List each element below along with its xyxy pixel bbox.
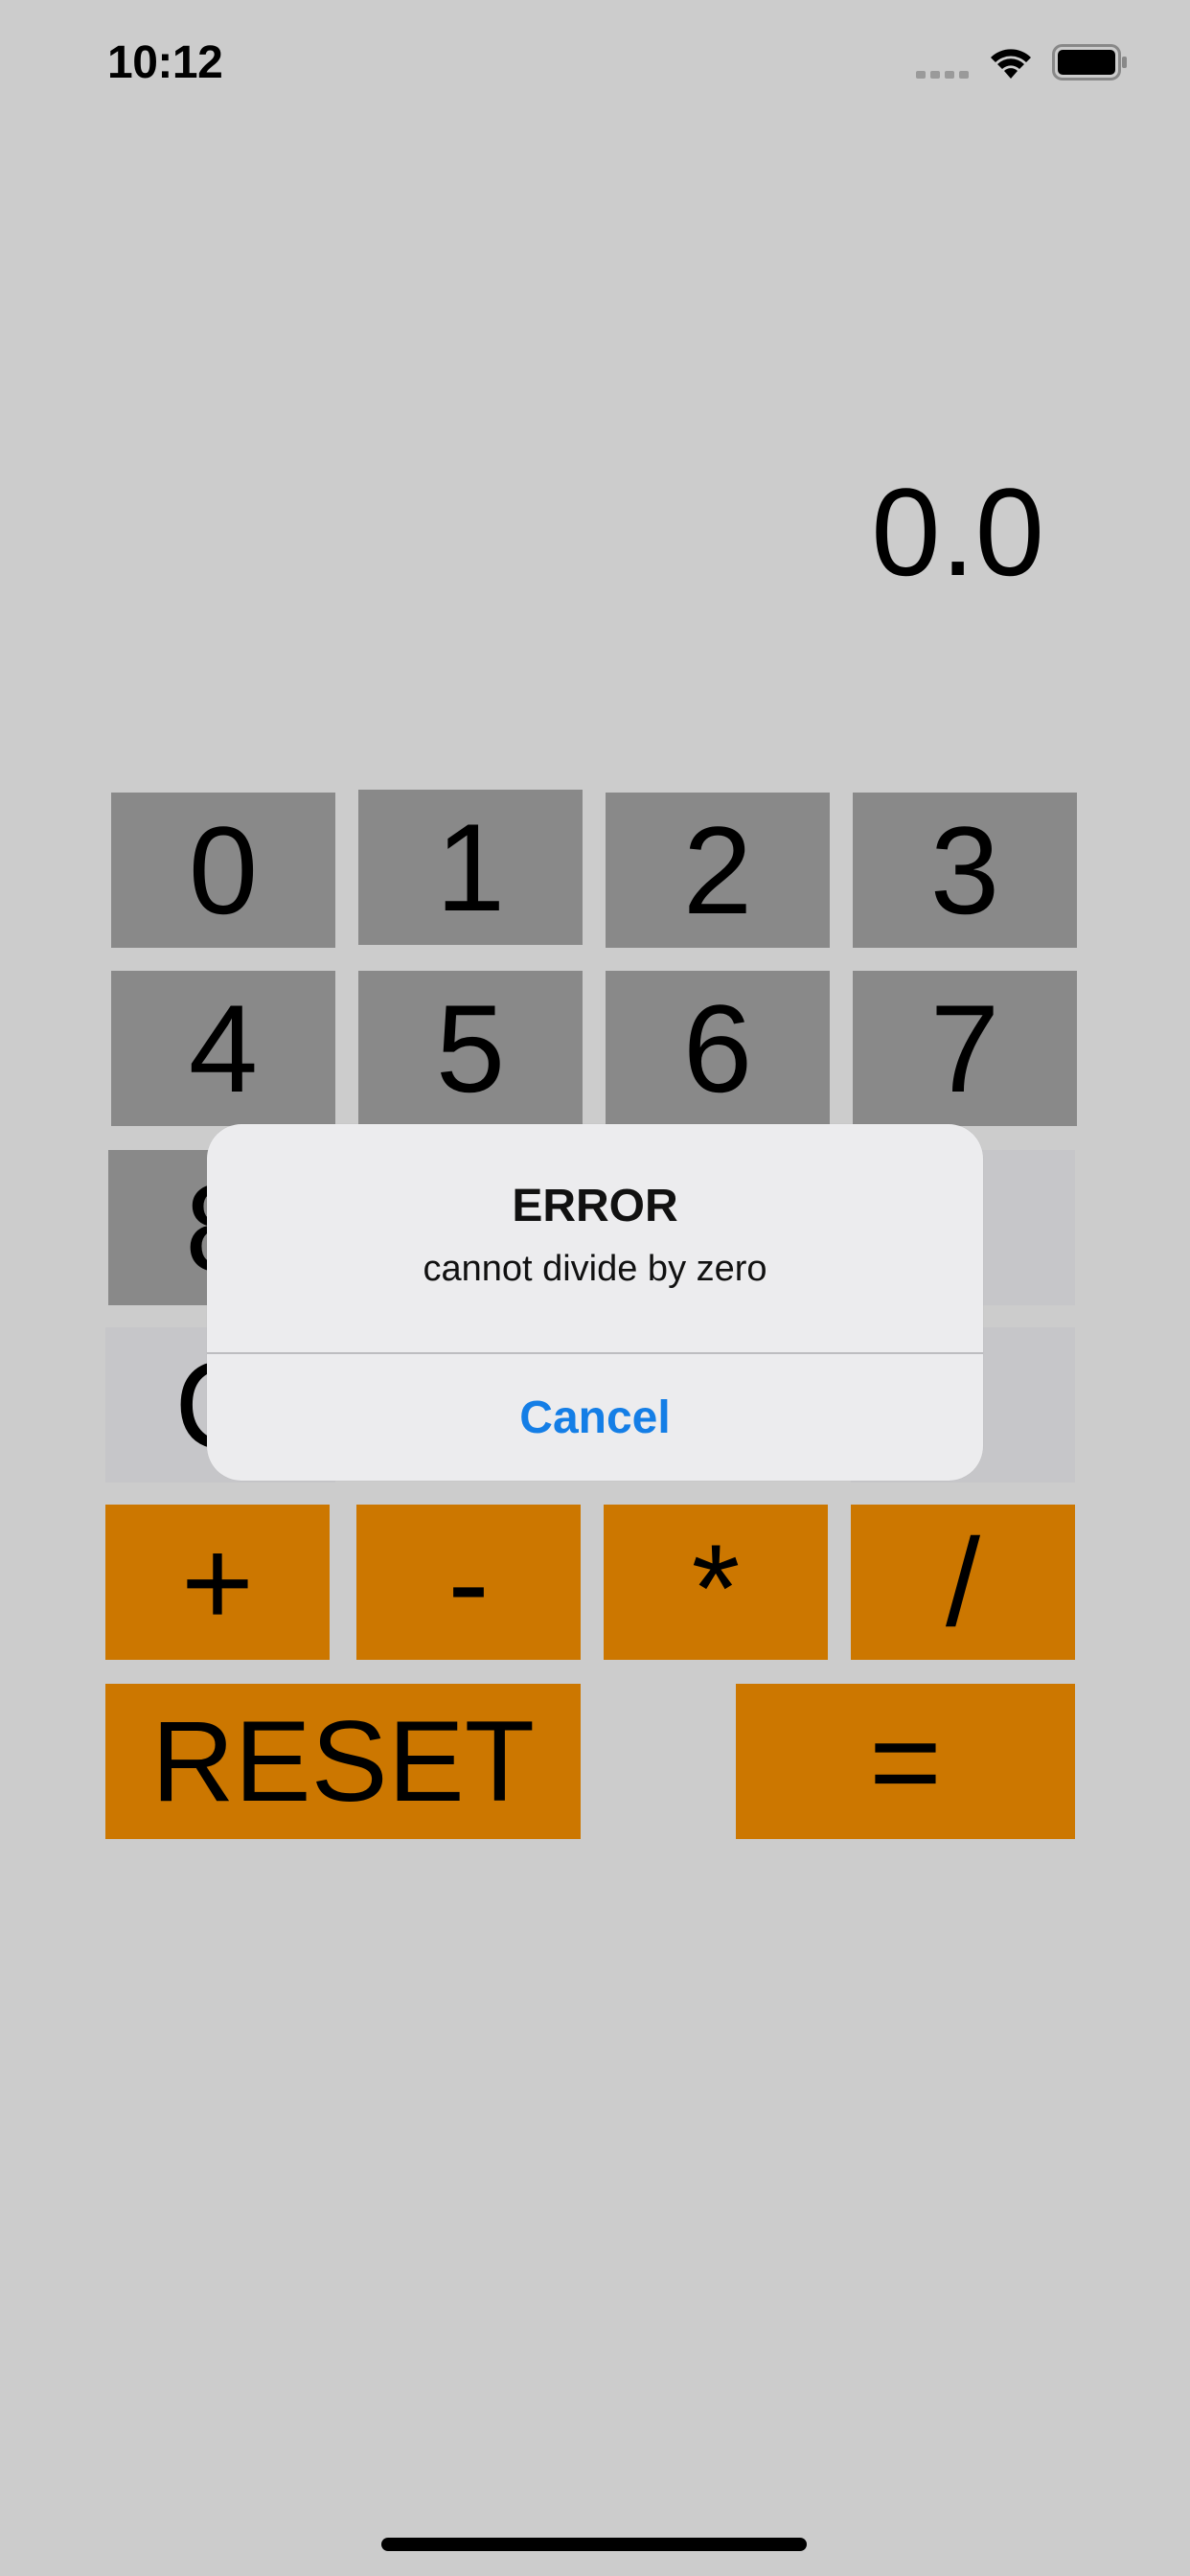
error-alert: ERROR cannot divide by zero Cancel	[207, 1124, 983, 1481]
key-4[interactable]: 4	[111, 971, 335, 1126]
key-2[interactable]: 2	[606, 793, 830, 948]
key-3[interactable]: 3	[853, 793, 1077, 948]
key-1[interactable]: 1	[358, 790, 583, 945]
status-time: 10:12	[107, 37, 223, 88]
cancel-button[interactable]: Cancel	[207, 1354, 983, 1481]
multiply-button[interactable]: *	[604, 1505, 828, 1660]
key-6[interactable]: 6	[606, 971, 830, 1126]
alert-title: ERROR	[512, 1181, 678, 1231]
alert-message: cannot divide by zero	[423, 1249, 767, 1289]
wifi-icon	[991, 49, 1031, 79]
result-display: 0.0	[871, 462, 1044, 602]
home-indicator[interactable]	[381, 2538, 807, 2551]
reset-button[interactable]: RESET	[105, 1684, 581, 1839]
divide-button[interactable]: /	[851, 1505, 1075, 1660]
battery-icon	[1052, 44, 1127, 80]
subtract-button[interactable]: -	[356, 1505, 581, 1660]
key-7[interactable]: 7	[853, 971, 1077, 1126]
add-button[interactable]: +	[105, 1505, 330, 1660]
status-bar: 10:12	[0, 0, 1190, 134]
key-0[interactable]: 0	[111, 793, 335, 948]
equals-button[interactable]: =	[736, 1684, 1075, 1839]
key-5[interactable]: 5	[358, 971, 583, 1126]
cellular-signal-icon	[916, 71, 969, 79]
